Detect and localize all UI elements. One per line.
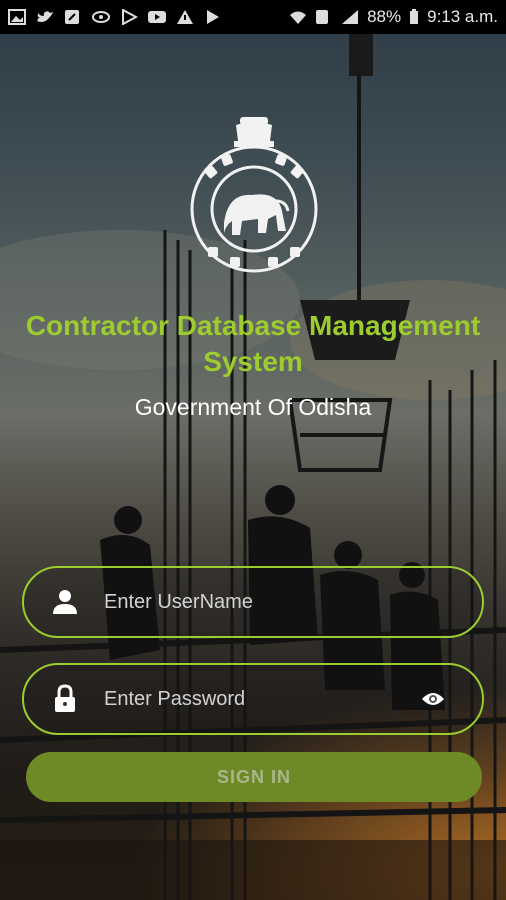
password-input[interactable]: [104, 687, 418, 711]
lock-icon: [50, 684, 80, 714]
username-field[interactable]: [22, 566, 484, 638]
play-icon: [204, 9, 222, 25]
youtube-icon: [148, 9, 166, 25]
odisha-emblem-icon: [190, 117, 318, 273]
user-icon: [50, 587, 80, 617]
clock: 9:13 a.m.: [427, 7, 498, 26]
eye-icon: [92, 9, 110, 25]
sim-1-icon: [315, 9, 333, 25]
play-store-icon: [120, 8, 139, 26]
status-bar: 88% 9:13 a.m.: [0, 0, 506, 34]
twitter-icon: [36, 9, 54, 25]
battery-icon: [409, 9, 419, 25]
signal-icon: [341, 9, 359, 25]
username-input[interactable]: [104, 590, 482, 614]
wifi-icon: [289, 9, 307, 25]
battery-percent: 88%: [367, 7, 402, 26]
app-title: Contractor Database Management System: [25, 310, 481, 377]
gallery-icon: [8, 9, 26, 25]
app-subtitle: Government Of Odisha: [134, 394, 372, 420]
sign-in-button[interactable]: SIGN IN: [26, 752, 482, 802]
warning-icon: [176, 9, 194, 25]
toggle-password-visibility-icon[interactable]: [418, 684, 448, 714]
edit-icon: [64, 9, 82, 25]
password-field[interactable]: [22, 663, 484, 735]
login-screen: 88% 9:13 a.m. Contractor Database Manage…: [0, 0, 506, 900]
